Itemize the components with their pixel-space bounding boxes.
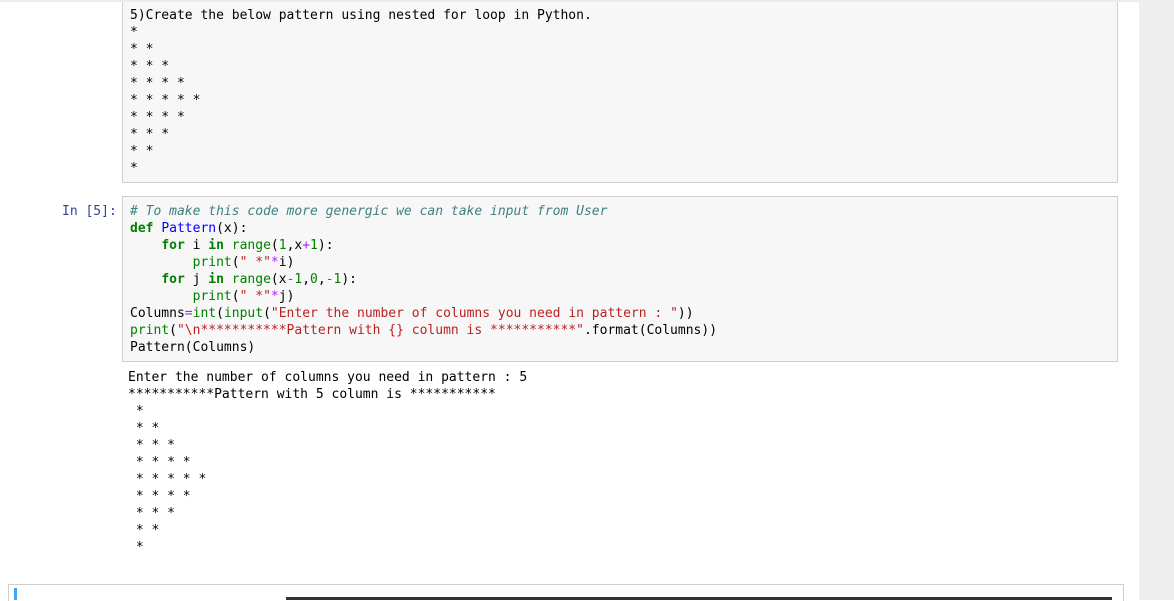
code-line-print-header: print("\n***********Pattern with {} colu… xyxy=(130,323,718,338)
cell-selection-indicator xyxy=(14,588,17,600)
output-line: Enter the number of columns you need in … xyxy=(128,370,528,385)
markdown-pattern-line: * * * xyxy=(130,127,170,142)
output-line: ***********Pattern with 5 column is ****… xyxy=(128,387,496,402)
code-line-call: Pattern(Columns) xyxy=(130,340,256,355)
markdown-pattern-line: * * xyxy=(130,42,154,57)
code-comment: # To make this code more genergic we can… xyxy=(130,204,608,219)
markdown-pattern-line: * * * xyxy=(130,59,170,74)
markdown-cell-text: 5)Create the below pattern using nested … xyxy=(130,7,592,177)
cell-output: Enter the number of columns you need in … xyxy=(128,369,527,556)
output-line: * * * * xyxy=(128,489,191,504)
output-line: * * xyxy=(128,421,160,436)
markdown-cell[interactable]: 5)Create the below pattern using nested … xyxy=(122,2,1118,183)
output-line: * * xyxy=(128,523,160,538)
code-line-comment: # To make this code more genergic we can… xyxy=(130,203,717,220)
code-line-for-i: for i in range(1,x+1): xyxy=(161,238,334,253)
code-line-def: def Pattern(x): xyxy=(130,221,248,236)
code-cell[interactable]: # To make this code more genergic we can… xyxy=(122,196,1118,362)
right-scroll-gutter[interactable] xyxy=(1139,0,1174,600)
markdown-pattern-line: * * * * xyxy=(130,76,185,91)
output-line: * xyxy=(128,540,144,555)
output-line: * xyxy=(128,404,144,419)
code-editor[interactable]: # To make this code more genergic we can… xyxy=(130,203,717,356)
output-line: * * * * xyxy=(128,455,191,470)
markdown-pattern-line: * * * * xyxy=(130,110,185,125)
output-line: * * * xyxy=(128,506,175,521)
code-line-for-j: for j in range(x-1,0,-1): xyxy=(161,272,358,287)
markdown-pattern-line: * xyxy=(130,161,138,176)
output-line: * * * * * xyxy=(128,472,207,487)
markdown-pattern-line: * xyxy=(130,25,138,40)
markdown-pattern-line: * * * * * xyxy=(130,93,201,108)
input-prompt: In [5]: xyxy=(62,204,117,219)
code-line-columns: Columns=int(input("Enter the number of c… xyxy=(130,306,694,321)
code-line-print-j: print(" *"*j) xyxy=(192,289,295,304)
markdown-pattern-line: * * xyxy=(130,144,154,159)
code-line-print-i: print(" *"*i) xyxy=(192,255,295,270)
markdown-title: 5)Create the below pattern using nested … xyxy=(130,8,592,23)
output-line: * * * xyxy=(128,438,175,453)
